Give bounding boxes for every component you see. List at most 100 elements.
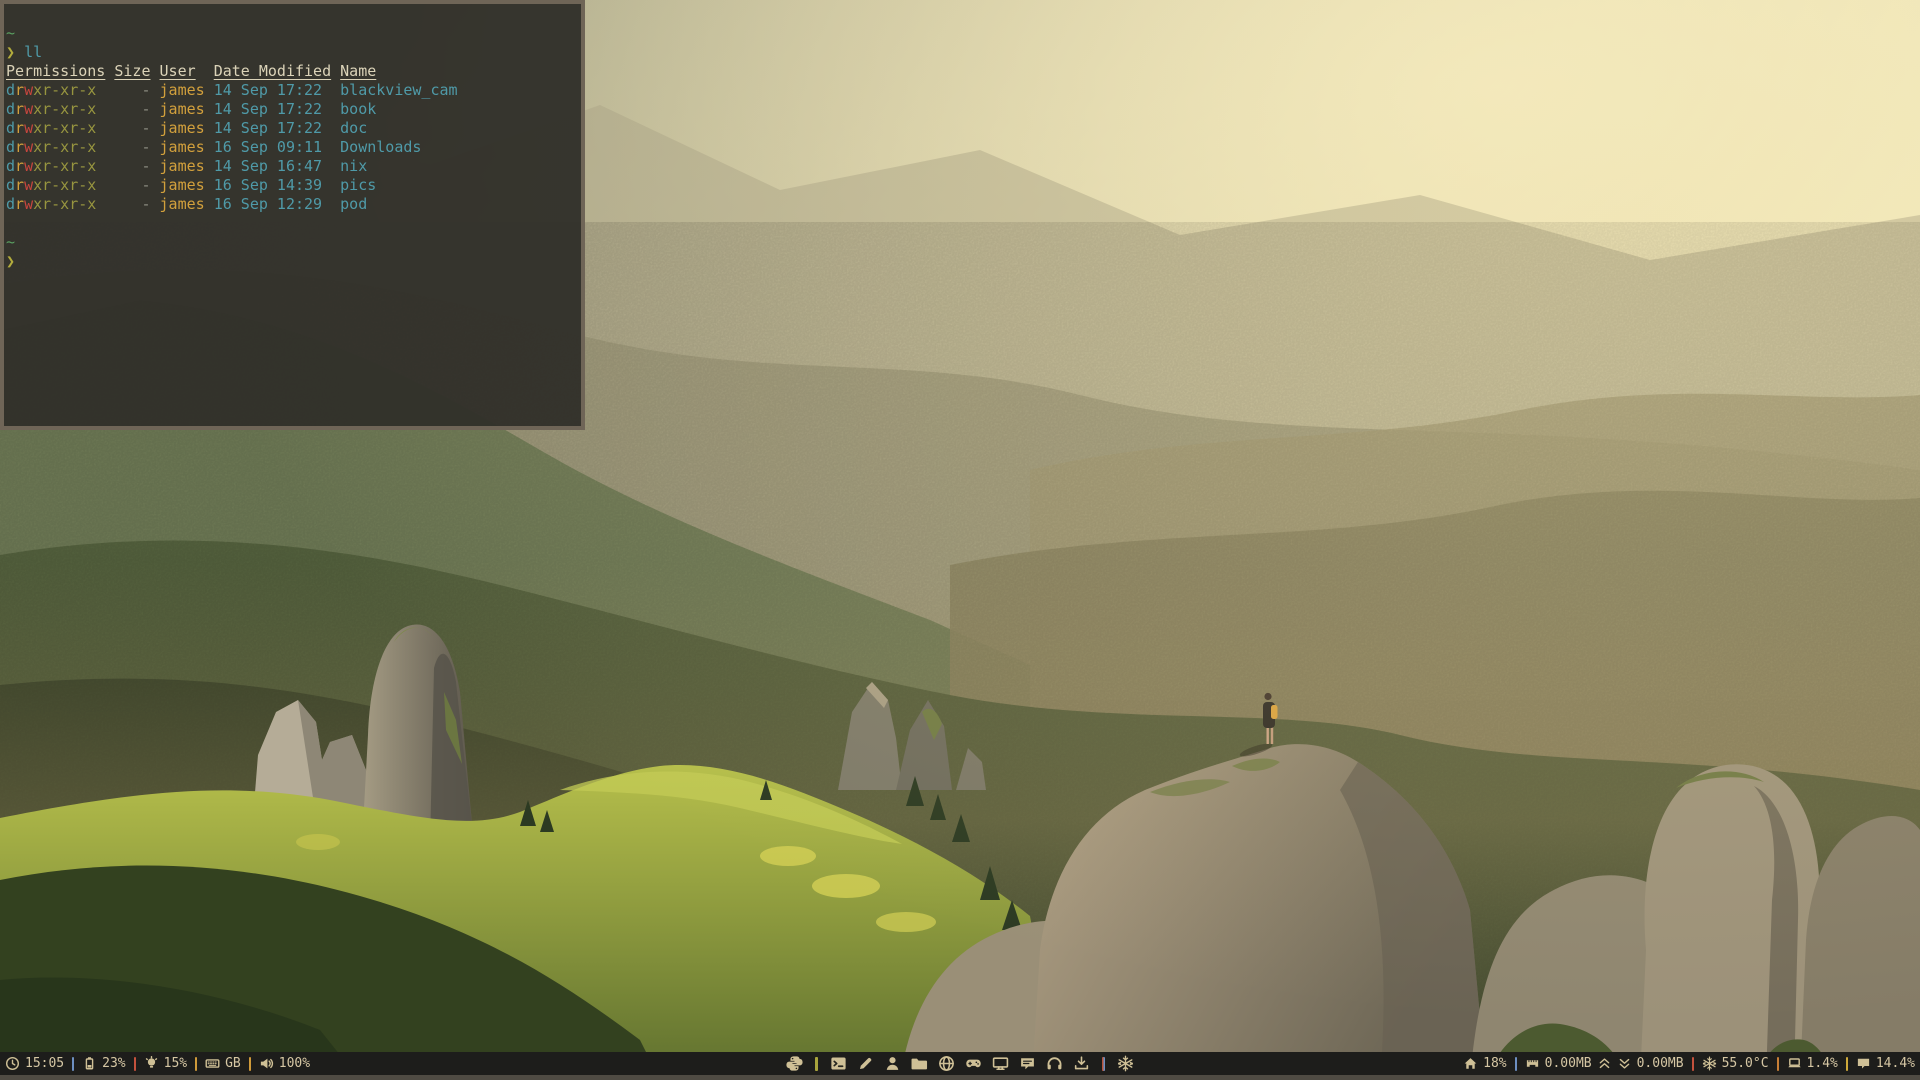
file-size: - — [96, 138, 150, 156]
clock-value: 15:05 — [25, 1056, 64, 1071]
current-directory: ~ — [6, 24, 15, 42]
temperature-module[interactable]: 55.0°C — [1702, 1056, 1769, 1071]
file-row: drwxr-xr-x - james 14 Sep 17:22 blackvie… — [6, 81, 575, 100]
typed-command: ll — [24, 43, 42, 61]
gamepad-icon — [965, 1055, 982, 1072]
memory-value: 14.4% — [1876, 1056, 1915, 1071]
chevrons-up-icon — [1597, 1056, 1612, 1071]
prompt-path: ~ — [6, 24, 575, 43]
volume-module[interactable]: 100% — [259, 1056, 310, 1071]
workspace-terminal-button[interactable] — [830, 1055, 847, 1072]
battery-value: 23% — [102, 1056, 125, 1071]
file-owner: james — [160, 157, 205, 175]
workspace-monitor-button[interactable] — [992, 1055, 1009, 1072]
network-module[interactable]: 0.00MB 0.00MB — [1525, 1056, 1684, 1071]
file-row: drwxr-xr-x - james 16 Sep 09:11 Download… — [6, 138, 575, 157]
pencil-icon — [857, 1055, 874, 1072]
separator — [1846, 1057, 1848, 1071]
column-header: Date Modified — [214, 62, 331, 80]
clock-module[interactable]: 15:05 — [5, 1056, 64, 1071]
file-date: 14 Sep 17:22 — [214, 81, 322, 99]
blank — [6, 214, 575, 233]
statusbar-left-modules: 15:05 23% 15% GB 100% — [5, 1052, 310, 1075]
disk-home-value: 18% — [1483, 1056, 1506, 1071]
workspace-headphones-button[interactable] — [1046, 1055, 1063, 1072]
chevrons-down-icon — [1617, 1056, 1632, 1071]
file-date: 16 Sep 12:29 — [214, 195, 322, 213]
separator — [1102, 1057, 1105, 1071]
workspace-python-button[interactable] — [786, 1055, 803, 1072]
separator — [249, 1057, 251, 1071]
file-owner: james — [160, 81, 205, 99]
terminal-icon — [830, 1055, 847, 1072]
cpu-module[interactable]: 1.4% — [1787, 1056, 1838, 1071]
file-size: - — [96, 119, 150, 137]
terminal-window[interactable]: ~❯ llPermissions Size User Date Modified… — [0, 0, 585, 430]
brightness-module[interactable]: 15% — [144, 1056, 187, 1071]
workspace-snowflake-button[interactable] — [1117, 1055, 1134, 1072]
separator — [815, 1057, 818, 1071]
desktop: ~❯ llPermissions Size User Date Modified… — [0, 0, 1920, 1080]
network-value: 0.00MB — [1637, 1056, 1684, 1071]
prompt-line: ❯ — [6, 252, 575, 271]
file-owner: james — [160, 100, 205, 118]
file-row: drwxr-xr-x - james 16 Sep 14:39 pics — [6, 176, 575, 195]
prompt-line: ❯ ll — [6, 43, 575, 62]
separator — [72, 1057, 74, 1071]
keyboard-layout-module[interactable]: GB — [205, 1056, 241, 1071]
workspace-download-button[interactable] — [1073, 1055, 1090, 1072]
file-name: book — [340, 100, 376, 118]
workspace-chat-button[interactable] — [1019, 1055, 1036, 1072]
workspace-folder-button[interactable] — [911, 1055, 928, 1072]
workspace-person-button[interactable] — [884, 1055, 901, 1072]
file-owner: james — [160, 119, 205, 137]
network-value: 0.00MB — [1545, 1056, 1592, 1071]
separator — [1692, 1057, 1694, 1071]
screen-bottom-strip — [0, 1075, 1920, 1080]
column-header: User — [160, 62, 196, 80]
file-size: - — [96, 195, 150, 213]
battery-module[interactable]: 23% — [82, 1056, 125, 1071]
ethernet-icon — [1525, 1056, 1540, 1071]
separator — [134, 1057, 136, 1071]
prompt-char: ❯ — [6, 43, 15, 61]
disk-home-module[interactable]: 18% — [1463, 1056, 1506, 1071]
folder-icon — [911, 1055, 928, 1072]
file-size: - — [96, 176, 150, 194]
file-name: pics — [340, 176, 376, 194]
speech-icon — [1856, 1056, 1871, 1071]
clock-icon — [5, 1056, 20, 1071]
keyboard-layout-value: GB — [225, 1056, 241, 1071]
status-bar: 15:05 23% 15% GB 100% 18% 0.00MB 0.00MB 55.0°C 1… — [0, 1052, 1920, 1075]
file-owner: james — [160, 176, 205, 194]
file-date: 14 Sep 17:22 — [214, 100, 322, 118]
monitor-icon — [992, 1055, 1009, 1072]
column-header: Permissions — [6, 62, 105, 80]
brightness-value: 15% — [164, 1056, 187, 1071]
workspace-gamepad-button[interactable] — [965, 1055, 982, 1072]
separator — [195, 1057, 197, 1071]
laptop-icon — [1787, 1056, 1802, 1071]
workspace-pencil-button[interactable] — [857, 1055, 874, 1072]
volume-value: 100% — [279, 1056, 310, 1071]
column-header: Size — [114, 62, 150, 80]
file-name: pod — [340, 195, 367, 213]
memory-module[interactable]: 14.4% — [1856, 1056, 1915, 1071]
current-directory: ~ — [6, 233, 15, 251]
statusbar-workspace-icons — [781, 1052, 1139, 1075]
file-date: 16 Sep 14:39 — [214, 176, 322, 194]
file-name: blackview_cam — [340, 81, 457, 99]
battery-icon — [82, 1056, 97, 1071]
file-row: drwxr-xr-x - james 16 Sep 12:29 pod — [6, 195, 575, 214]
python-icon — [786, 1055, 803, 1072]
workspace-globe-button[interactable] — [938, 1055, 955, 1072]
column-header: Name — [340, 62, 376, 80]
file-row: drwxr-xr-x - james 14 Sep 16:47 nix — [6, 157, 575, 176]
file-owner: james — [160, 138, 205, 156]
chat-icon — [1019, 1055, 1036, 1072]
file-owner: james — [160, 195, 205, 213]
volume-icon — [259, 1056, 274, 1071]
file-row: drwxr-xr-x - james 14 Sep 17:22 doc — [6, 119, 575, 138]
snowflake-icon — [1702, 1056, 1717, 1071]
file-size: - — [96, 100, 150, 118]
